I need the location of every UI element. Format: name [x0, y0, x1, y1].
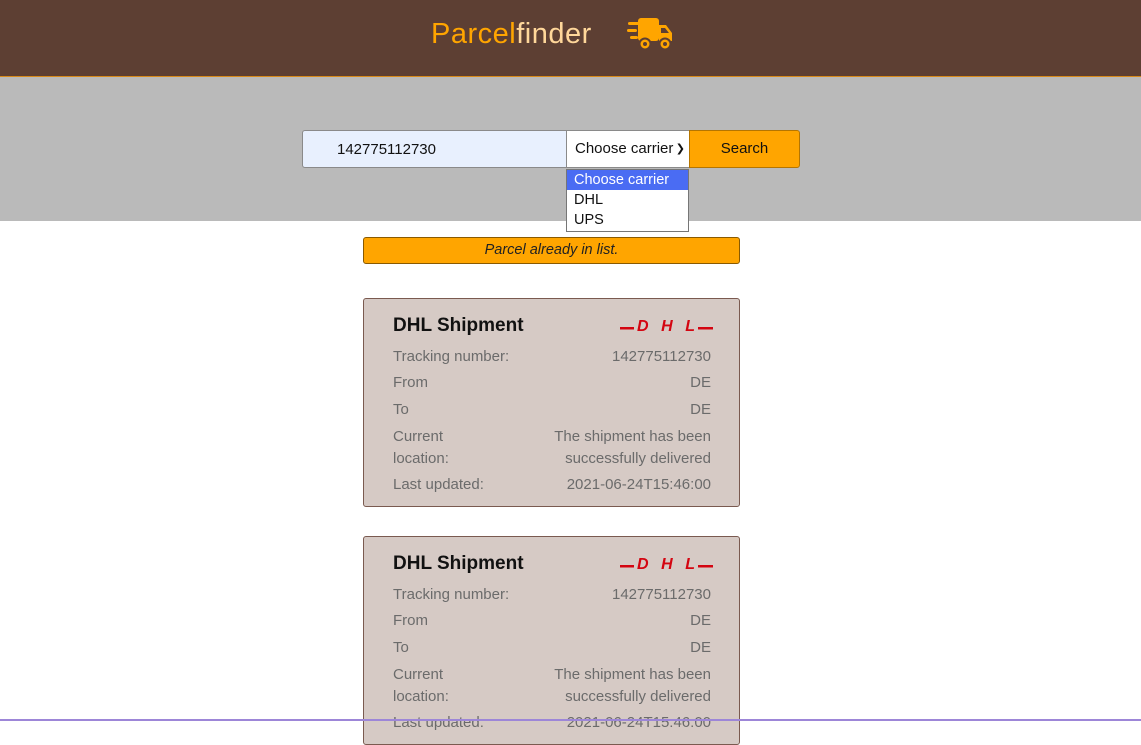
brand-strong: Parcel	[431, 18, 517, 50]
carrier-option-choose[interactable]: Choose carrier	[567, 170, 688, 190]
tracking-number-label: Tracking number:	[393, 348, 510, 365]
truck-icon	[627, 18, 672, 51]
last-updated-value: 2021-06-24T15:46:00	[566, 476, 711, 493]
shipment-title: DHL Shipment	[393, 553, 524, 574]
dhl-logo-text: DHL	[637, 318, 695, 334]
tracking-number-value: 142775112730	[612, 586, 711, 603]
current-location-value: The shipment has been successfully deliv…	[554, 428, 711, 467]
from-label: From	[393, 612, 428, 629]
from-value: DE	[690, 374, 711, 391]
app-title: Parcelfinder	[431, 16, 592, 52]
current-location-label: Current location:	[393, 428, 449, 467]
search-button[interactable]: Search	[689, 130, 800, 168]
last-updated-label: Last updated:	[393, 714, 484, 731]
app-header: Parcelfinder	[0, 0, 1141, 77]
tracking-number-value: 142775112730	[612, 348, 711, 365]
to-value: DE	[690, 401, 711, 418]
shipment-title: DHL Shipment	[393, 315, 524, 336]
from-label: From	[393, 374, 428, 391]
dhl-logo-text: DHL	[637, 556, 695, 572]
brand-light: finder	[516, 18, 592, 50]
viewport-bottom-divider	[0, 719, 1141, 721]
shipment-card: DHL Shipment DHL Tracking number: 142775…	[363, 298, 740, 507]
dhl-logo: DHL	[620, 318, 713, 334]
last-updated-label: Last updated:	[393, 476, 484, 493]
carrier-option-dhl[interactable]: DHL	[567, 190, 688, 210]
tracking-number-input[interactable]	[302, 130, 566, 168]
to-label: To	[393, 401, 409, 418]
carrier-select-value: Choose carrier	[575, 140, 674, 157]
shipment-card: DHL Shipment DHL Tracking number: 142775…	[363, 536, 740, 745]
to-label: To	[393, 639, 409, 656]
to-value: DE	[690, 639, 711, 656]
from-value: DE	[690, 612, 711, 629]
current-location-value: The shipment has been successfully deliv…	[554, 666, 711, 705]
carrier-option-ups[interactable]: UPS	[567, 210, 688, 230]
dhl-logo: DHL	[620, 556, 713, 572]
tracking-number-label: Tracking number:	[393, 586, 510, 603]
chevron-down-icon: ❯	[675, 143, 685, 155]
status-notice: Parcel already in list.	[363, 237, 740, 264]
current-location-label: Current location:	[393, 666, 449, 705]
last-updated-value: 2021-06-24T15:46:00	[566, 714, 711, 731]
carrier-select[interactable]: Choose carrier ❯	[566, 130, 690, 168]
carrier-dropdown: Choose carrier DHL UPS	[566, 169, 689, 232]
